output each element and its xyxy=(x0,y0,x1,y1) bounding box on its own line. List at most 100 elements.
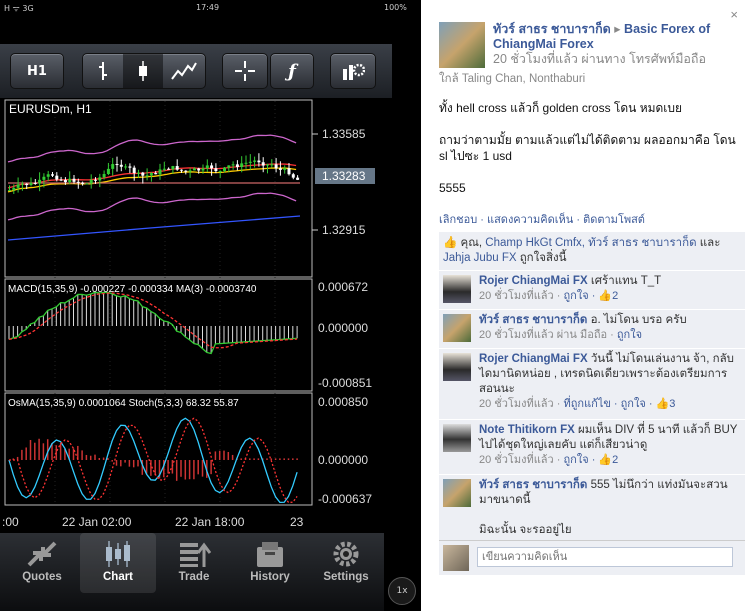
post-actions[interactable]: เลิกชอบ · แสดงความคิดเห็น · ติดตามโพสต์ xyxy=(439,210,645,228)
commenter-avatar[interactable] xyxy=(443,275,471,303)
settings-tools-icon[interactable] xyxy=(330,53,376,89)
commenter-avatar[interactable] xyxy=(443,479,471,507)
candle-body xyxy=(111,164,115,169)
candle-body xyxy=(162,168,166,170)
line-chart-icon[interactable] xyxy=(163,54,205,88)
candle-body xyxy=(244,162,248,164)
candle-body xyxy=(12,187,16,190)
candle-body xyxy=(184,170,188,172)
candlestick-icon[interactable] xyxy=(123,54,163,88)
clock: 17:49 xyxy=(196,3,220,12)
chart-area[interactable]: EURUSDm, H1 1.33585 1.33283 1.32915 MACD… xyxy=(0,98,392,533)
comment-like-link[interactable]: ถูกใจ xyxy=(564,290,589,302)
candle-body xyxy=(158,169,162,175)
candle-body xyxy=(124,166,128,168)
arrow-icon: ▸ xyxy=(614,22,621,36)
tab-settings[interactable]: Settings xyxy=(308,533,384,593)
comment-like-link[interactable]: ที่ถูกแก้ไข · ถูกใจ xyxy=(564,398,646,410)
candle-body xyxy=(248,161,252,163)
chart-type-segment xyxy=(82,53,206,89)
osma-label: OsMA(15,35,9) 0.0001064 Stoch(5,3,3) 68.… xyxy=(8,398,239,409)
comment-item: Rojer ChiangMai FX วันนี้ ไม่โดนเล่นงาน … xyxy=(439,348,745,419)
candle-body xyxy=(25,183,29,186)
candle-body xyxy=(274,164,278,169)
candle-body xyxy=(119,164,123,167)
osma-level-bottom: -0.000637 xyxy=(318,492,372,506)
candle-body xyxy=(188,170,192,172)
liker-link-last[interactable]: Jahja Jubu FX xyxy=(443,252,517,264)
commenter-avatar[interactable] xyxy=(443,353,471,381)
mt4-app: H ᯤ 3G 17:49 100% H1 ƒ EURUSDm, H1 1.335… xyxy=(0,0,421,611)
post-location[interactable]: ใกล้ Taling Chan, Nonthaburi xyxy=(439,70,585,88)
price-label-high: 1.33585 xyxy=(322,127,366,141)
macd-level-top: 0.000672 xyxy=(318,280,368,294)
candle-body xyxy=(81,182,85,184)
timeframe-button[interactable]: H1 xyxy=(10,53,64,89)
candle-body xyxy=(89,179,93,184)
candle-body xyxy=(261,162,265,166)
crosshair-icon[interactable] xyxy=(222,53,268,89)
candle-body xyxy=(68,178,72,183)
commenter-avatar[interactable] xyxy=(443,424,471,452)
macd-label: MACD(15,35,9) -0.000227 -0.000334 MA(3) … xyxy=(8,284,257,295)
candle-body xyxy=(132,167,136,174)
candle-body xyxy=(102,173,106,178)
commenter-name[interactable]: Rojer ChiangMai FX xyxy=(479,353,588,365)
tab-chart[interactable]: Chart xyxy=(80,533,156,593)
comment-item: Note Thitikorn FX ผมเห็น DIV ที่ 5 นาที … xyxy=(439,419,745,474)
comment-like-link[interactable]: ถูกใจ xyxy=(617,329,642,341)
commenter-name[interactable]: Note Thitikorn FX xyxy=(479,424,575,436)
candle-body xyxy=(72,178,76,182)
commenter-name[interactable]: ทัวร์ สาธร ชาบาราก็ด xyxy=(479,314,587,326)
facebook-post-panel: × ทัวร์ สาธร ชาบาราก็ด ▸ Basic Forex of … xyxy=(421,0,748,611)
tab-history[interactable]: History xyxy=(232,533,308,593)
function-icon[interactable]: ƒ xyxy=(270,53,314,89)
candle-body xyxy=(33,182,37,184)
comment-text: อ. ไม่โดน บรอ ครับ xyxy=(590,314,687,326)
post-body: ทั้ง hell cross แล้วก็ golden cross โดน … xyxy=(439,100,739,212)
comment-text-continued: มิฉะนั้น จะรออยู่ไย xyxy=(479,524,572,536)
likes-summary: 👍 คุณ, Champ HkGt Cmfx, ทัวร์ สาธร ชาบาร… xyxy=(439,232,745,270)
comment-composer xyxy=(439,540,745,575)
candle-body xyxy=(106,168,110,174)
comment-item: ทัวร์ สาธร ชาบาราก็ด 555 ไม่นึกว่า แท่งม… xyxy=(439,474,745,541)
history-icon xyxy=(257,542,283,567)
author-link[interactable]: ทัวร์ สาธร ชาบาราก็ด xyxy=(493,22,611,36)
time-label-2: 22 Jan 18:00 xyxy=(175,515,245,529)
chart-canvas[interactable]: EURUSDm, H1 1.33585 1.33283 1.32915 MACD… xyxy=(0,98,392,533)
commenter-name[interactable]: Rojer ChiangMai FX xyxy=(479,275,588,287)
tab-quotes[interactable]: Quotes xyxy=(4,533,80,593)
commenter-avatar[interactable] xyxy=(443,314,471,342)
zoom-button[interactable]: 1x xyxy=(388,577,416,605)
likers-link[interactable]: Champ HkGt Cmfx, ทัวร์ สาธร ชาบาราก็ด xyxy=(485,237,696,249)
chart-toolbar: H1 ƒ xyxy=(0,44,392,99)
settings-icon xyxy=(333,541,359,567)
candle-body xyxy=(154,173,158,175)
candle-body xyxy=(149,173,153,176)
candle-body xyxy=(137,172,140,174)
close-icon[interactable]: × xyxy=(730,7,738,22)
bottom-tab-bar: Quotes Chart Trade History Settings xyxy=(0,533,384,611)
chart-icon xyxy=(106,541,130,567)
candle-body xyxy=(214,168,218,172)
candle-body xyxy=(128,166,132,168)
comment-input[interactable] xyxy=(477,547,733,567)
candle-body xyxy=(175,166,179,170)
bar-chart-icon[interactable] xyxy=(83,54,123,88)
candle-body xyxy=(145,175,149,177)
thumbs-up-icon: 👍 xyxy=(443,237,458,249)
osma-level-top: 0.000850 xyxy=(318,395,368,409)
author-avatar[interactable] xyxy=(439,22,485,68)
commenter-name[interactable]: ทัวร์ สาธร ชาบาราก็ด xyxy=(479,479,587,491)
candle-body xyxy=(210,165,214,169)
candle-body xyxy=(171,166,175,170)
tab-trade[interactable]: Trade xyxy=(156,533,232,593)
candle-body xyxy=(94,179,97,181)
comment-like-link[interactable]: ถูกใจ xyxy=(564,454,589,466)
candle-body xyxy=(180,169,183,171)
candle-body xyxy=(141,172,145,176)
signal-indicator: H ᯤ 3G xyxy=(4,4,34,13)
candle-body xyxy=(253,160,257,162)
candle-body xyxy=(296,177,300,180)
candle-body xyxy=(98,177,102,181)
